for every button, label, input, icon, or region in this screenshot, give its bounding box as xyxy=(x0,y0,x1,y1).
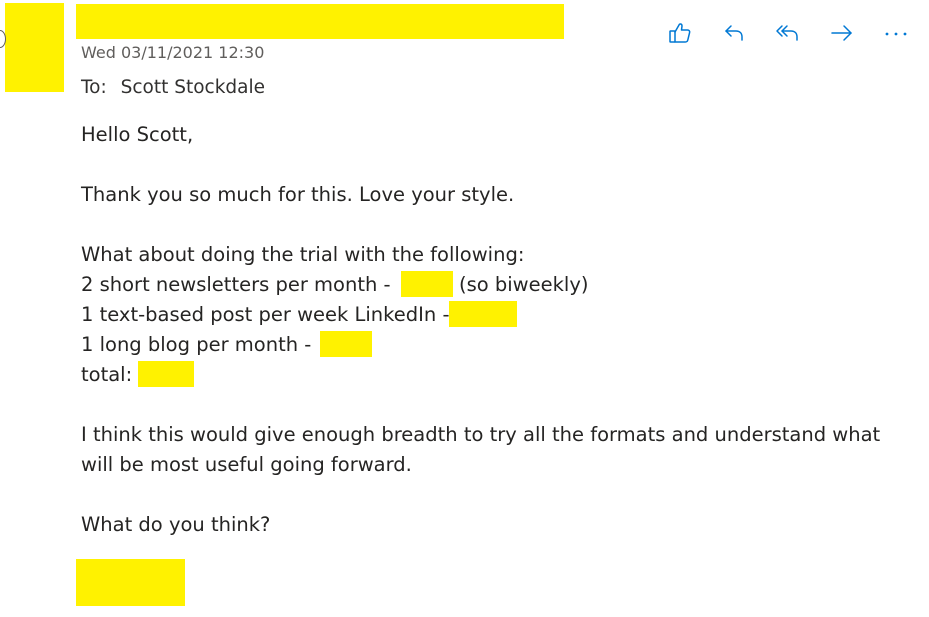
thumbs-up-icon xyxy=(669,23,691,43)
list-item-linkedin: 1 text-based post per week LinkedIn - xyxy=(81,300,518,330)
recipient-name[interactable]: Scott Stockdale xyxy=(121,77,265,98)
redacted-price xyxy=(400,271,453,297)
redacted-price xyxy=(319,331,372,357)
reply-all-arrow-icon xyxy=(776,25,798,41)
reply-all-button[interactable] xyxy=(774,19,802,47)
more-ellipsis-icon xyxy=(885,32,907,36)
total-text: total: xyxy=(81,363,133,386)
reply-button[interactable] xyxy=(720,19,748,47)
item1-note: (so biweekly) xyxy=(458,273,589,296)
body-paragraph-line-1: I think this would give enough breadth t… xyxy=(81,423,881,446)
list-item-total: total: xyxy=(81,360,195,390)
redacted-signature xyxy=(76,559,185,606)
to-label: To: xyxy=(81,77,107,98)
recipient-line: To: Scott Stockdale xyxy=(81,77,265,98)
list-item-newsletters: 2 short newsletters per month - (so biwe… xyxy=(81,270,588,300)
forward-button[interactable] xyxy=(828,19,856,47)
body-thanks: Thank you so much for this. Love your st… xyxy=(81,183,515,206)
list-item-blog: 1 long blog per month - xyxy=(81,330,372,360)
reply-arrow-icon xyxy=(725,25,743,41)
sent-date: Wed 03/11/2021 12:30 xyxy=(81,43,265,62)
item2-text: 1 text-based post per week LinkedIn - xyxy=(81,303,450,326)
more-actions-button[interactable] xyxy=(882,19,910,47)
redacted-avatar xyxy=(5,3,64,92)
redacted-price xyxy=(449,301,518,327)
item3-text: 1 long blog per month - xyxy=(81,333,312,356)
like-button[interactable] xyxy=(666,19,694,47)
body-greeting: Hello Scott, xyxy=(81,123,194,146)
redacted-total xyxy=(138,361,195,387)
body-paragraph-line-2: will be most useful going forward. xyxy=(81,453,412,476)
body-question: What do you think? xyxy=(81,513,271,536)
body-intro: What about doing the trial with the foll… xyxy=(81,243,525,266)
message-actions-toolbar xyxy=(664,19,914,47)
forward-arrow-icon xyxy=(831,25,852,41)
item1-text: 2 short newsletters per month - xyxy=(81,273,391,296)
redacted-sender-name[interactable] xyxy=(76,4,564,39)
